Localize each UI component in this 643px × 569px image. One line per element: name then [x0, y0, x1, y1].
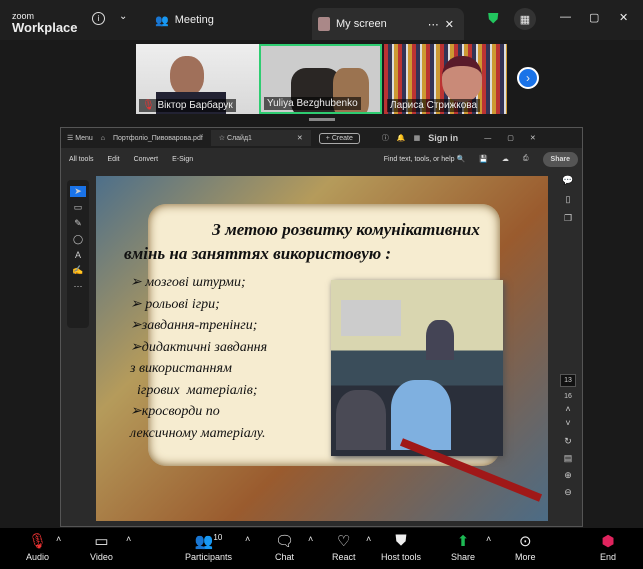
drag-handle[interactable] — [309, 118, 335, 121]
tab-my-screen-label: My screen — [336, 18, 387, 30]
esign-button[interactable]: E-Sign — [172, 156, 193, 163]
search-icon: 🔍 — [456, 156, 466, 163]
tab-my-screen[interactable]: My screen ⋯ ✕ — [312, 8, 464, 40]
close-icon[interactable]: ✕ — [530, 134, 536, 142]
rotate-icon[interactable]: ↻ — [564, 436, 572, 447]
participants-icon: 👥10 — [194, 533, 223, 550]
info-icon[interactable]: i — [92, 12, 105, 25]
help-icon[interactable]: ⓘ — [382, 133, 389, 143]
audio-button[interactable]: 🎙 Audio — [26, 532, 49, 562]
participants-button[interactable]: 👥10 Participants — [185, 532, 232, 562]
zoom-out-icon[interactable]: ⊖ — [564, 487, 572, 498]
audio-options-icon[interactable]: ˄ — [56, 534, 61, 544]
shield-icon: ⛊ — [395, 532, 407, 549]
tab-meeting[interactable]: 👥 Meeting — [155, 6, 214, 34]
create-button[interactable]: + Create — [318, 132, 360, 144]
tab-slide[interactable]: ☆ Слайд1 ✕ — [210, 130, 311, 146]
apps-icon[interactable]: ▦ — [414, 134, 421, 142]
more-icon: ⊙ — [518, 533, 532, 550]
chat-icon: 🗨 — [275, 533, 295, 550]
people-icon: 👥 — [155, 14, 169, 27]
maximize-icon[interactable]: ▢ — [507, 134, 514, 142]
participant-name: Yuliya Bezghubenko — [264, 97, 361, 110]
classroom-photo — [331, 280, 503, 456]
react-options-icon[interactable]: ˄ — [366, 534, 371, 544]
chevron-down-icon[interactable]: ⌄ — [119, 11, 127, 22]
apps-icon[interactable]: ▦ — [514, 8, 536, 30]
pages-icon[interactable]: ❐ — [564, 213, 572, 224]
host-tools-button[interactable]: ⛊ Host tools — [381, 532, 421, 562]
next-page-icon[interactable]: › — [517, 67, 539, 89]
zoom-in-icon[interactable]: ⊕ — [564, 470, 572, 481]
meeting-toolbar: 🎙 Audio ˄ ▭ Video ˄ 👥10 Participants ˄ 🗨 Cha… — [0, 528, 643, 569]
menu-button[interactable]: ☰ Menu — [67, 134, 93, 142]
participant-video[interactable]: 🎙 Віктор Барбарук — [136, 44, 259, 114]
slide-title: вмінь на заняттях використовую : — [124, 244, 392, 263]
maximize-icon[interactable]: ▢ — [589, 11, 599, 24]
select-icon[interactable]: ➤ — [70, 186, 86, 197]
end-button[interactable]: ⬢ End — [600, 532, 616, 562]
slide: З метою розвитку комунікативних вмінь на… — [96, 176, 548, 521]
participant-video-active[interactable]: Yuliya Bezghubenko — [259, 44, 382, 114]
pen-icon[interactable]: ✎ — [74, 218, 82, 229]
tab-file[interactable]: Портфоліо_Пивоварова.pdf — [113, 135, 203, 142]
participant-name: Віктор Барбарук — [157, 100, 233, 111]
more-tools-icon[interactable]: ⋯ — [74, 281, 83, 292]
lasso-icon[interactable]: ◯ — [73, 234, 83, 245]
minimize-icon[interactable]: — — [484, 135, 491, 142]
shield-icon[interactable]: ⛊ — [488, 10, 499, 27]
convert-button[interactable]: Convert — [134, 156, 159, 163]
comments-icon[interactable]: 💬 — [562, 175, 573, 186]
upload-icon[interactable]: ☁ — [502, 155, 509, 163]
share-icon: ⬆ — [456, 533, 470, 550]
chat-button[interactable]: 🗨 Chat — [275, 532, 294, 562]
zoom-titlebar: zoom Workplace i ⌄ 👥 Meeting My screen ⋯ … — [0, 0, 643, 40]
stamp-icon[interactable]: ✍ — [72, 265, 83, 276]
tool-palette: ➤ ▭ ✎ ◯ A ✍ ⋯ — [67, 180, 89, 328]
participants-options-icon[interactable]: ˄ — [245, 534, 250, 544]
next-page-icon[interactable]: ˅ — [565, 418, 570, 428]
all-tools-button[interactable]: All tools — [69, 156, 94, 163]
close-icon[interactable]: ✕ — [445, 18, 454, 31]
minimize-icon[interactable]: — — [560, 11, 571, 23]
zoom-logo-bottom: Workplace — [12, 20, 78, 35]
camera-icon: ▭ — [94, 533, 109, 550]
more-icon[interactable]: ⋯ — [428, 18, 439, 31]
mic-muted-icon: 🎙 — [27, 533, 48, 550]
acrobat-window: ☰ Menu ⌂ Портфоліо_Пивоварова.pdf ☆ Слай… — [60, 127, 583, 527]
video-options-icon[interactable]: ˄ — [126, 534, 131, 544]
mic-muted-icon: 🎙 — [142, 100, 155, 111]
share-options-icon[interactable]: ˄ — [486, 534, 491, 544]
page-tools-icon[interactable]: ▤ — [564, 453, 573, 464]
video-button[interactable]: ▭ Video — [90, 532, 113, 562]
home-icon[interactable]: ⌂ — [101, 135, 105, 142]
bell-icon[interactable]: 🔔 — [397, 134, 406, 142]
tab-meeting-label: Meeting — [174, 14, 214, 26]
heart-icon: ♡ — [337, 533, 351, 550]
search-field[interactable]: Find text, tools, or help 🔍 — [384, 155, 466, 163]
edit-button[interactable]: Edit — [108, 156, 120, 163]
participant-name: Лариса Стрижкова — [387, 99, 481, 112]
right-panel: 💬 ▯ ❐ 13 16 ˄ ˅ ↻ ▤ ⊕ ⊖ — [554, 173, 582, 523]
slide-title: З метою розвитку комунікативних — [212, 220, 480, 239]
close-window-icon[interactable]: ✕ — [619, 11, 628, 24]
share-button[interactable]: Share — [542, 151, 578, 167]
page-total: 16 — [564, 393, 572, 400]
comment-icon[interactable]: ▭ — [74, 202, 83, 213]
end-icon: ⬢ — [601, 533, 615, 550]
more-button[interactable]: ⊙ More — [515, 532, 536, 562]
share-button[interactable]: ⬆ Share — [451, 532, 475, 562]
text-box-icon[interactable]: A — [75, 250, 81, 260]
react-button[interactable]: ♡ React — [332, 532, 356, 562]
chat-options-icon[interactable]: ˄ — [308, 534, 313, 544]
slide-list: ➢ мозгові штурми; ➢ рольові ігри; ➢завданн… — [130, 275, 268, 441]
prev-page-icon[interactable]: ˄ — [565, 404, 570, 414]
participant-video[interactable]: Лариса Стрижкова — [384, 44, 507, 114]
sign-in-button[interactable]: Sign in — [428, 133, 458, 143]
bookmark-icon[interactable]: ▯ — [566, 194, 571, 205]
avatar — [318, 17, 330, 31]
save-icon[interactable]: 💾 — [479, 155, 488, 163]
print-icon[interactable]: ⎙ — [523, 155, 529, 163]
page-number-input[interactable]: 13 — [560, 374, 576, 387]
